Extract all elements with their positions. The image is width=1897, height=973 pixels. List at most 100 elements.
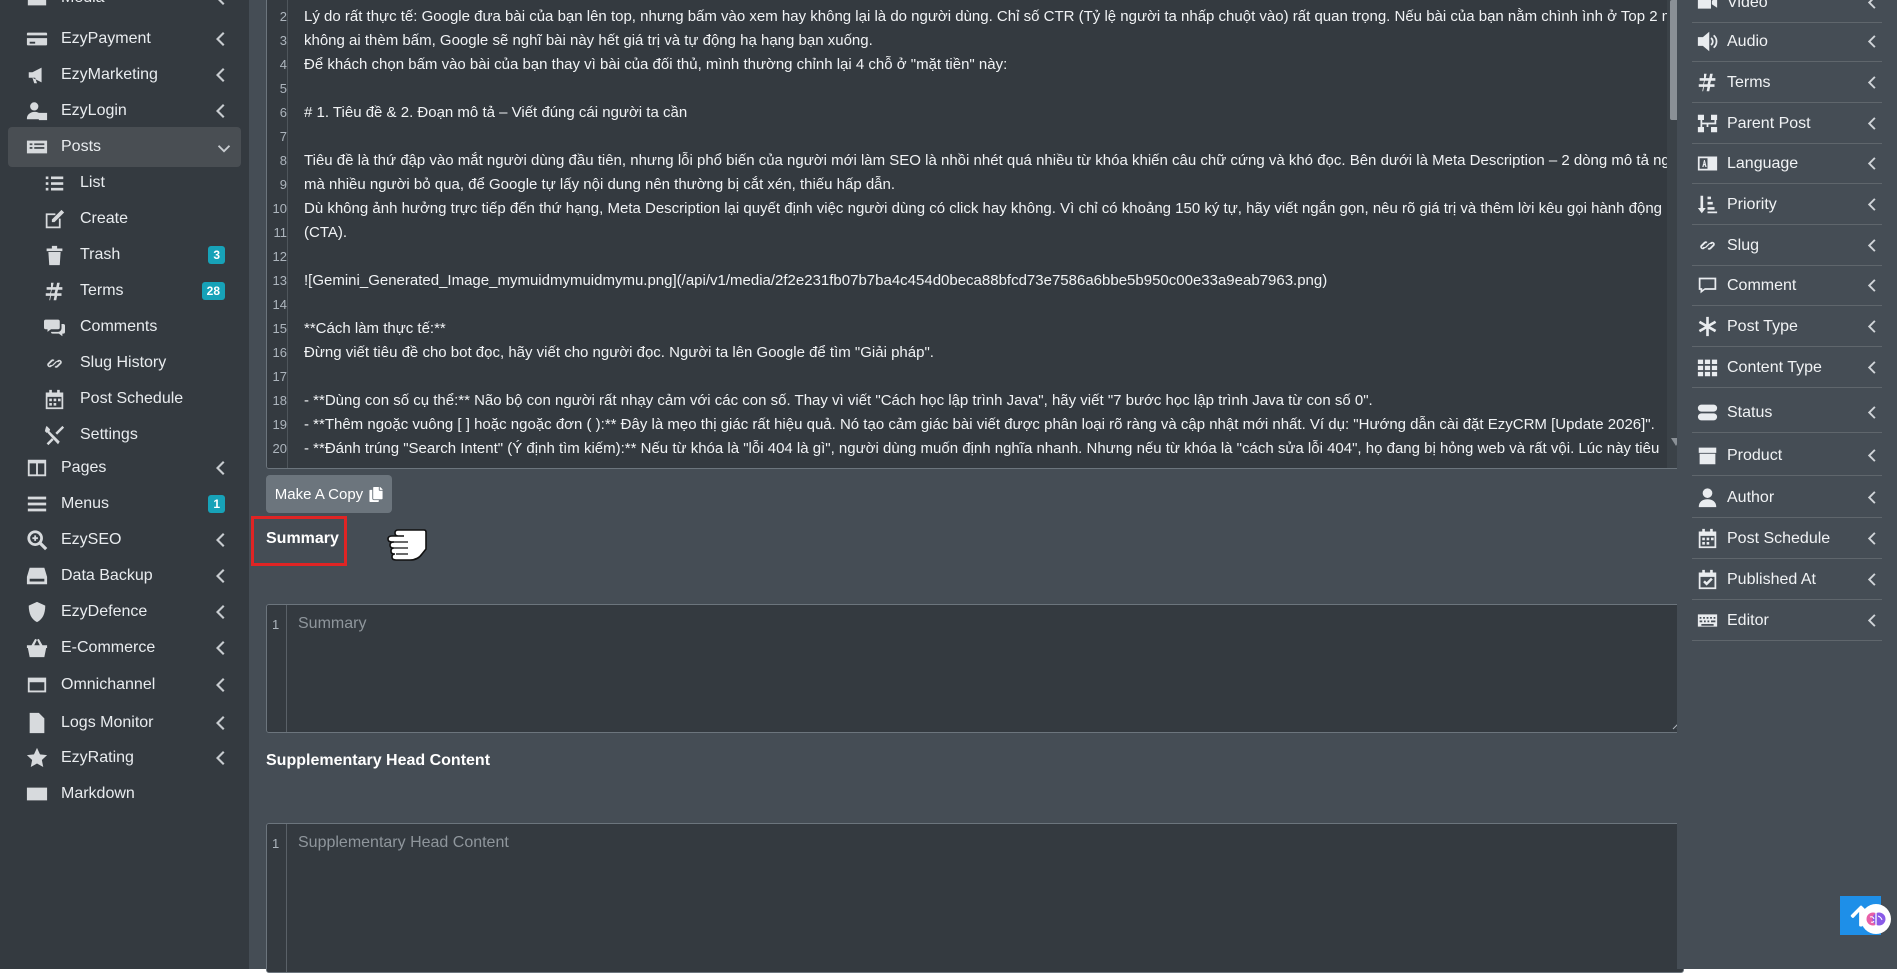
make-a-copy-button[interactable]: Make A Copy <box>266 475 392 513</box>
chevron-left-icon <box>216 751 225 765</box>
shield-icon <box>26 601 48 623</box>
panel-item-video[interactable]: Video <box>1692 0 1882 23</box>
markdown-icon <box>26 783 48 805</box>
panel-item-status[interactable]: Status <box>1692 393 1882 433</box>
panel-item-published-at[interactable]: Published At <box>1692 560 1882 600</box>
posts-sub-item-settings[interactable]: Settings <box>8 415 241 455</box>
sidebar-item-omnichannel[interactable]: Omnichannel <box>8 665 241 705</box>
editor-line[interactable]: 15 **Cách làm thực tế:** <box>267 317 1657 341</box>
line-number: 11 <box>273 225 288 240</box>
sidebar-item-ezymarketing[interactable]: EzyMarketing <box>8 55 241 95</box>
summary-field[interactable]: 1 Summary <box>266 604 1684 733</box>
hashtag-icon <box>45 282 62 300</box>
panel-item-post-schedule[interactable]: Post Schedule <box>1692 519 1882 559</box>
list-icon <box>45 176 63 190</box>
chevron-left-icon <box>216 68 225 82</box>
editor-line[interactable]: 7 <box>267 125 1657 149</box>
sidebar-sub-item-label: Create <box>80 210 129 227</box>
sidebar-item-logs-monitor[interactable]: Logs Monitor <box>8 703 241 743</box>
chevron-left-icon <box>216 716 225 730</box>
panel-item-audio[interactable]: Audio <box>1692 22 1882 62</box>
panel-item-language[interactable]: Language <box>1692 144 1882 184</box>
chevron-left-icon <box>1867 491 1876 504</box>
sidebar-item-markdown[interactable]: Markdown <box>8 774 241 814</box>
panel-item-priority[interactable]: Priority <box>1692 185 1882 225</box>
panel-item-editor[interactable]: Editor <box>1692 601 1882 641</box>
sidebar-item-ezypayment[interactable]: EzyPayment <box>8 19 241 59</box>
chevron-down-icon <box>217 145 231 153</box>
editor-line[interactable]: 9 mà nhiều người bỏ qua, để Google tự lấ… <box>267 173 1657 197</box>
supplementary-placeholder: Supplementary Head Content <box>298 834 509 851</box>
ai-assistant-widget[interactable] <box>1861 904 1891 934</box>
hdd-icon <box>26 567 48 585</box>
panel-item-post-type[interactable]: Post Type <box>1692 307 1882 347</box>
summary-label: Summary <box>266 530 339 547</box>
panel-item-comment[interactable]: Comment <box>1692 266 1882 306</box>
editor-line[interactable]: 10 Dù không ảnh hưởng trực tiếp đến thứ … <box>267 197 1663 221</box>
editor-line[interactable]: 19 - **Thêm ngoặc vuông [ ] hoặc ngoặc đ… <box>267 413 1657 437</box>
editor-line[interactable]: 11 (CTA). <box>267 221 1657 245</box>
editor-line[interactable]: 2 Lý do rất thực tế: Google đưa bài của … <box>267 5 1683 29</box>
posts-sub-item-terms[interactable]: Terms 28 <box>8 271 241 311</box>
posts-sub-item-comments[interactable]: Comments <box>8 307 241 347</box>
posts-sub-item-slug-history[interactable]: Slug History <box>8 343 241 383</box>
sidebar-item-media[interactable]: Media <box>8 0 241 18</box>
editor-line[interactable]: 18 - **Dùng con số cụ thể:** Não bộ con … <box>267 389 1657 413</box>
comments-icon <box>43 319 65 336</box>
editor-line[interactable]: 12 <box>267 245 1657 269</box>
posts-sub-item-post-schedule[interactable]: Post Schedule <box>8 379 241 419</box>
content-editor[interactable]: 2 Lý do rất thực tế: Google đưa bài của … <box>266 0 1686 469</box>
sidebar-sub-item-label: Slug History <box>80 354 167 371</box>
panel-item-content-type[interactable]: Content Type <box>1692 348 1882 388</box>
sidebar-item-label: Logs Monitor <box>61 714 154 731</box>
posts-sub-item-trash[interactable]: Trash 3 <box>8 235 241 275</box>
sidebar-item-ezydefence[interactable]: EzyDefence <box>8 592 241 632</box>
line-text: Dù không ảnh hưởng trực tiếp đến thứ hạn… <box>304 200 1663 217</box>
sidebar-item-ezyseo[interactable]: EzySEO <box>8 520 241 560</box>
editor-line[interactable]: 8 Tiêu đề là thứ đập vào mắt người dùng … <box>267 149 1685 173</box>
editor-line[interactable]: 13 ![Gemini_Generated_Image_mymuidmymuid… <box>267 269 1657 293</box>
asterisk-icon <box>1698 316 1716 337</box>
edit-icon <box>45 209 64 228</box>
panel-item-slug[interactable]: Slug <box>1692 226 1882 266</box>
editor-line[interactable]: 20 - **Đánh trúng "Search Intent" (Ý địn… <box>267 437 1660 461</box>
editor-line[interactable]: 14 <box>267 293 1657 317</box>
chevron-left-icon <box>216 533 225 547</box>
sidebar-item-e-commerce[interactable]: E-Commerce <box>8 628 241 668</box>
posts-sub-item-list[interactable]: List <box>8 163 241 203</box>
panel-item-terms[interactable]: Terms <box>1692 63 1882 103</box>
video-icon <box>1697 0 1717 9</box>
panel-item-author[interactable]: Author <box>1692 478 1882 518</box>
editor-line[interactable]: 16 Đừng viết tiêu đề cho bot đọc, hãy vi… <box>267 341 1657 365</box>
star-icon <box>26 747 48 769</box>
chevron-left-icon <box>216 605 225 619</box>
panel-item-label: Status <box>1727 403 1773 421</box>
editor-line[interactable]: 3 không ai thèm bấm, Google sẽ nghĩ bài … <box>267 29 1657 53</box>
line-number: 10 <box>272 201 287 216</box>
editor-line[interactable]: 4 Để khách chọn bấm vào bài của bạn thay… <box>267 53 1657 77</box>
sidebar-item-menus[interactable]: Menus 1 <box>8 484 241 524</box>
hashtag-icon <box>1696 72 1718 94</box>
supplementary-head-content-field[interactable]: 1 Supplementary Head Content <box>266 823 1684 973</box>
line-text: - **Đánh trúng "Search Intent" (Ý định t… <box>304 440 1660 457</box>
panel-item-product[interactable]: Product <box>1692 436 1882 476</box>
sidebar-item-ezylogin[interactable]: EzyLogin <box>8 91 241 131</box>
sidebar-item-data-backup[interactable]: Data Backup <box>8 556 241 596</box>
editor-line[interactable]: 5 <box>267 77 1657 101</box>
sidebar-item-ezyrating[interactable]: EzyRating <box>8 738 241 778</box>
panel-item-label: Published At <box>1727 570 1816 588</box>
trash-icon <box>43 244 65 266</box>
line-number: 12 <box>272 249 287 264</box>
editor-line[interactable]: 6 # 1. Tiêu đề & 2. Đoạn mô tả – Viết đú… <box>267 101 1657 125</box>
editor-line[interactable]: 17 <box>267 365 1657 389</box>
user-lock-icon <box>26 102 48 121</box>
edit-icon <box>43 208 65 230</box>
sidebar-item-posts[interactable]: Posts <box>8 127 241 167</box>
tools-icon <box>43 424 65 446</box>
chevron-left-icon <box>1867 279 1876 292</box>
sidebar-sub-item-label: List <box>80 174 105 191</box>
posts-icon <box>26 136 48 158</box>
window-icon <box>26 674 48 696</box>
posts-sub-item-create[interactable]: Create <box>8 199 241 239</box>
panel-item-parent-post[interactable]: Parent Post <box>1692 104 1882 144</box>
